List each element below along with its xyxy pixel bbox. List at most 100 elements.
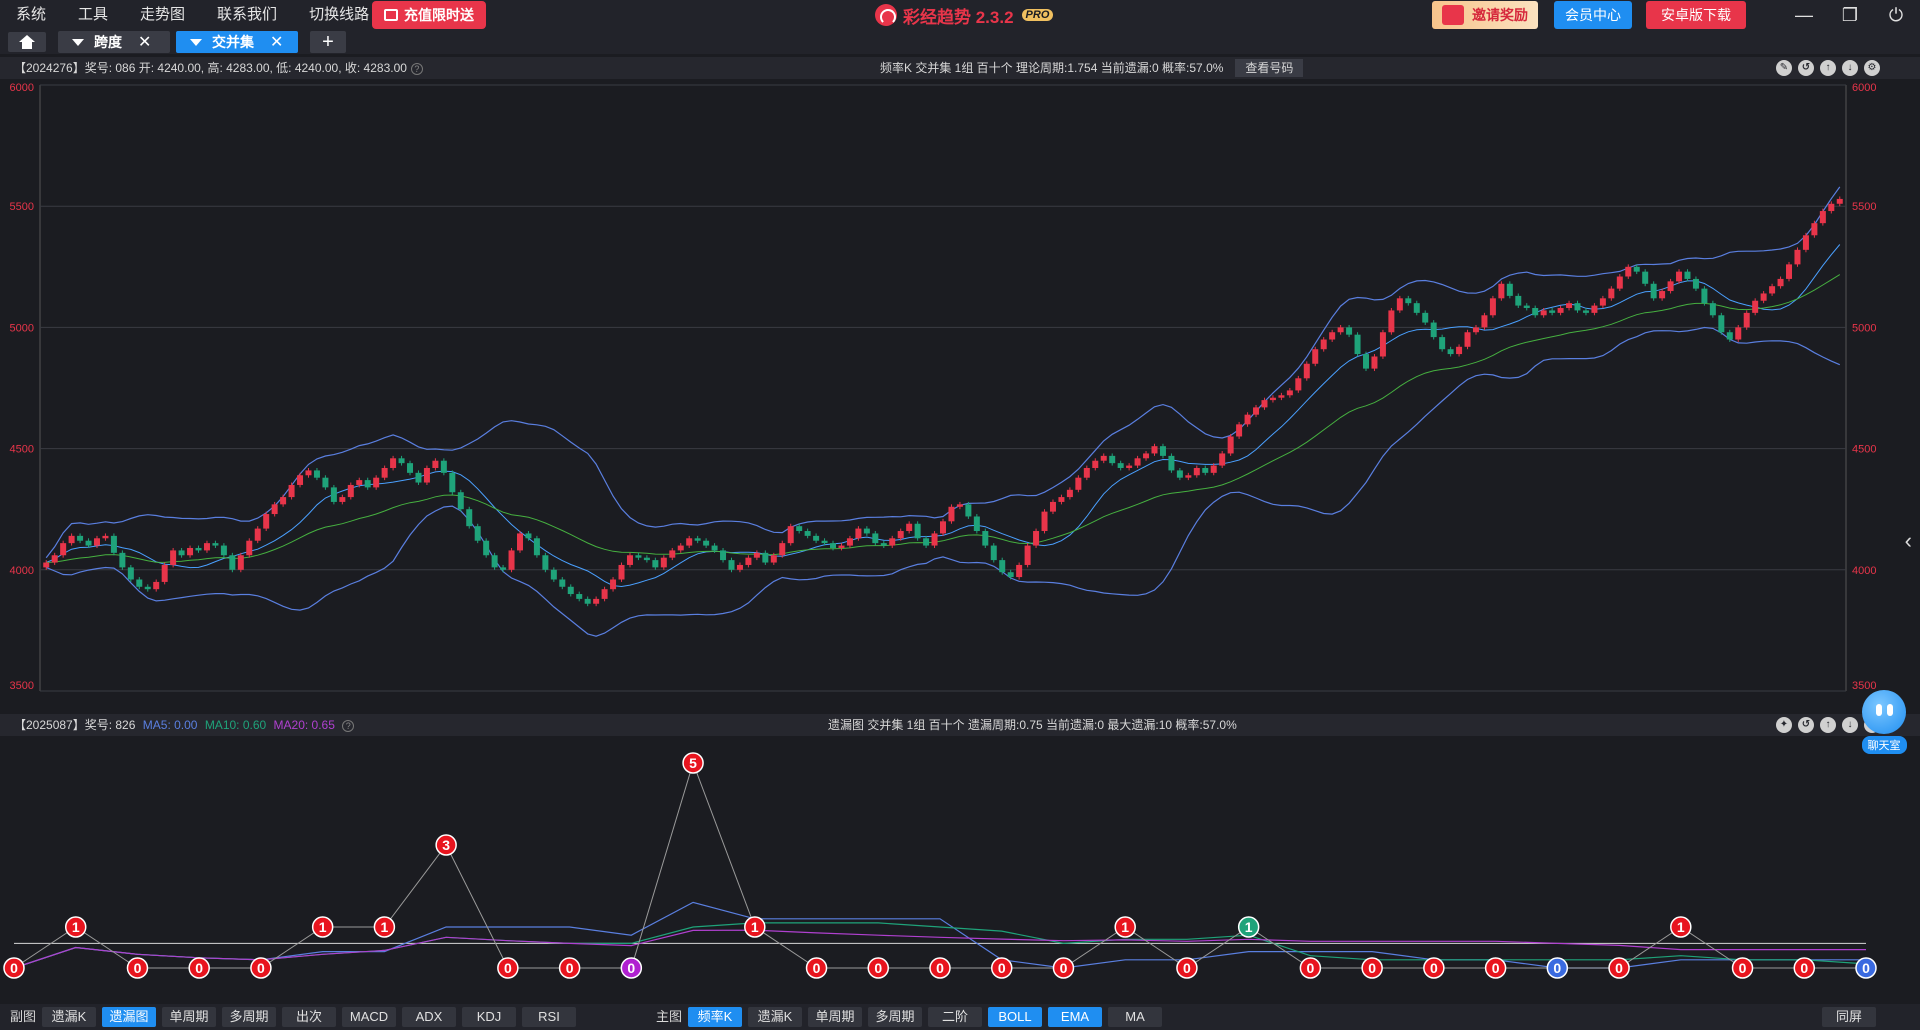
chat-room-button[interactable]: 聊天室 bbox=[1858, 690, 1910, 756]
arrow-down-icon[interactable]: ↓ bbox=[1842, 717, 1858, 733]
sub-indicator-button[interactable]: 单周期 bbox=[162, 1007, 216, 1027]
sub-indicator-button[interactable]: 出次 bbox=[282, 1007, 336, 1027]
candle-body bbox=[432, 460, 439, 468]
candle-body bbox=[187, 547, 194, 556]
candle-body bbox=[1007, 572, 1014, 578]
candle-body bbox=[652, 560, 659, 568]
candle-body bbox=[940, 521, 946, 534]
candle-body bbox=[1616, 276, 1623, 289]
split-screen-button[interactable]: 同屏 bbox=[1822, 1007, 1876, 1027]
sub-indicator-button[interactable]: 多周期 bbox=[222, 1007, 276, 1027]
close-icon[interactable]: ✕ bbox=[138, 32, 151, 52]
candle-body bbox=[313, 470, 320, 478]
omission-point-label: 1 bbox=[381, 919, 389, 935]
candle-body bbox=[1363, 354, 1370, 369]
candle-body bbox=[1760, 293, 1767, 301]
candle-body bbox=[93, 538, 100, 546]
main-chart-label: 主图 bbox=[656, 1009, 683, 1024]
sub-indicator-button[interactable]: 遗漏K bbox=[42, 1007, 96, 1027]
main-indicator-button[interactable]: MA bbox=[1108, 1007, 1162, 1027]
undo-icon[interactable]: ↺ bbox=[1798, 717, 1814, 733]
candle-body bbox=[796, 526, 803, 532]
minimize-icon[interactable]: — bbox=[1784, 0, 1824, 30]
omission-point-label: 1 bbox=[72, 919, 80, 935]
main-indicator-button[interactable]: EMA bbox=[1048, 1007, 1102, 1027]
candle-body bbox=[356, 480, 363, 485]
y-tick-label-left: 3500 bbox=[10, 680, 34, 692]
arrow-up-icon[interactable]: ↑ bbox=[1820, 717, 1836, 733]
chat-bot-icon bbox=[1862, 690, 1906, 734]
settings-icon[interactable]: ⚙ bbox=[1864, 60, 1880, 76]
close-icon[interactable]: ✕ bbox=[270, 32, 283, 52]
undo-icon[interactable]: ↺ bbox=[1798, 60, 1814, 76]
candle-body bbox=[1134, 458, 1141, 466]
candle-body bbox=[1058, 497, 1065, 502]
candle-body bbox=[1633, 266, 1640, 272]
view-numbers-button[interactable]: 查看号码 bbox=[1235, 59, 1304, 77]
omission-point-label: 0 bbox=[1307, 960, 1315, 976]
candle-body bbox=[1396, 298, 1403, 311]
candle-body bbox=[1261, 400, 1268, 408]
candle-body bbox=[779, 543, 786, 556]
power-icon[interactable]: ⏻ bbox=[1876, 0, 1916, 30]
menu-tools[interactable]: 工具 bbox=[62, 0, 124, 30]
recharge-promo-button[interactable]: 充值限时送 bbox=[372, 1, 486, 29]
tab-jiaoji[interactable]: 交并集 ✕ bbox=[176, 31, 298, 53]
candle-body bbox=[1092, 460, 1099, 468]
candle-body bbox=[1227, 436, 1234, 454]
candle-body bbox=[1794, 249, 1801, 265]
member-center-button[interactable]: 会员中心 bbox=[1554, 1, 1632, 29]
candle-body bbox=[593, 598, 600, 604]
add-tab-button[interactable]: + bbox=[310, 31, 346, 53]
sub-indicator-button[interactable]: 遗漏图 bbox=[102, 1007, 156, 1027]
android-download-button[interactable]: 安卓版下载 bbox=[1646, 1, 1746, 29]
main-indicator-button[interactable]: 频率K bbox=[688, 1007, 742, 1027]
candle-body bbox=[144, 586, 151, 590]
candle-body bbox=[1312, 349, 1319, 364]
sub-indicator-button[interactable]: KDJ bbox=[462, 1007, 516, 1027]
candle-body bbox=[1151, 446, 1158, 454]
sub-indicator-button[interactable]: ADX bbox=[402, 1007, 456, 1027]
arrow-up-icon[interactable]: ↑ bbox=[1820, 60, 1836, 76]
main-indicator-button[interactable]: 多周期 bbox=[868, 1007, 922, 1027]
omission-point-label: 0 bbox=[1739, 960, 1747, 976]
pin-icon[interactable]: ✦ bbox=[1776, 717, 1792, 733]
menu-contact[interactable]: 联系我们 bbox=[201, 0, 293, 30]
sub-indicator-button[interactable]: MACD bbox=[342, 1007, 396, 1027]
collapse-panel-icon[interactable]: ‹ bbox=[1905, 528, 1912, 554]
menu-system[interactable]: 系统 bbox=[0, 0, 62, 30]
candle-body bbox=[669, 550, 676, 558]
tab-kuadu[interactable]: 跨度 ✕ bbox=[58, 31, 170, 53]
home-button[interactable] bbox=[8, 32, 46, 52]
candle-body bbox=[1236, 424, 1243, 437]
arrow-down-icon[interactable]: ↓ bbox=[1842, 60, 1858, 76]
sub-indicator-button[interactable]: RSI bbox=[522, 1007, 576, 1027]
candle-body bbox=[1769, 286, 1776, 294]
invite-reward-button[interactable]: 邀请奖励 bbox=[1432, 1, 1538, 29]
candle-body bbox=[1286, 390, 1293, 396]
candle-body bbox=[1126, 465, 1133, 468]
promo-label: 充值限时送 bbox=[404, 7, 474, 23]
candle-body bbox=[1752, 300, 1759, 313]
candle-body bbox=[373, 477, 380, 488]
title-bar: 系统 工具 走势图 联系我们 切换线路 充值限时送 彩经趋势 2.3.2 PRO… bbox=[0, 0, 1920, 30]
omission-point-label: 0 bbox=[998, 960, 1006, 976]
help-icon[interactable]: ? bbox=[410, 63, 423, 75]
brand-name: 彩经趋势 2.3.2 bbox=[903, 7, 1014, 27]
candle-body bbox=[855, 528, 862, 539]
candle-body bbox=[584, 598, 591, 604]
main-indicator-button[interactable]: 二阶 bbox=[928, 1007, 982, 1027]
invite-label: 邀请奖励 bbox=[1472, 7, 1528, 23]
menu-trend-chart[interactable]: 走势图 bbox=[124, 0, 201, 30]
main-indicator-button[interactable]: 单周期 bbox=[808, 1007, 862, 1027]
candle-body bbox=[1676, 271, 1683, 282]
candle-body bbox=[660, 557, 667, 568]
candle-body bbox=[305, 470, 312, 476]
restore-icon[interactable]: ❐ bbox=[1830, 0, 1870, 30]
candle-body bbox=[923, 538, 930, 546]
draw-icon[interactable]: ✎ bbox=[1776, 60, 1792, 76]
main-indicator-button[interactable]: BOLL bbox=[988, 1007, 1042, 1027]
main-indicator-button[interactable]: 遗漏K bbox=[748, 1007, 802, 1027]
help-icon[interactable]: ? bbox=[342, 720, 355, 732]
candle-body bbox=[330, 487, 337, 502]
